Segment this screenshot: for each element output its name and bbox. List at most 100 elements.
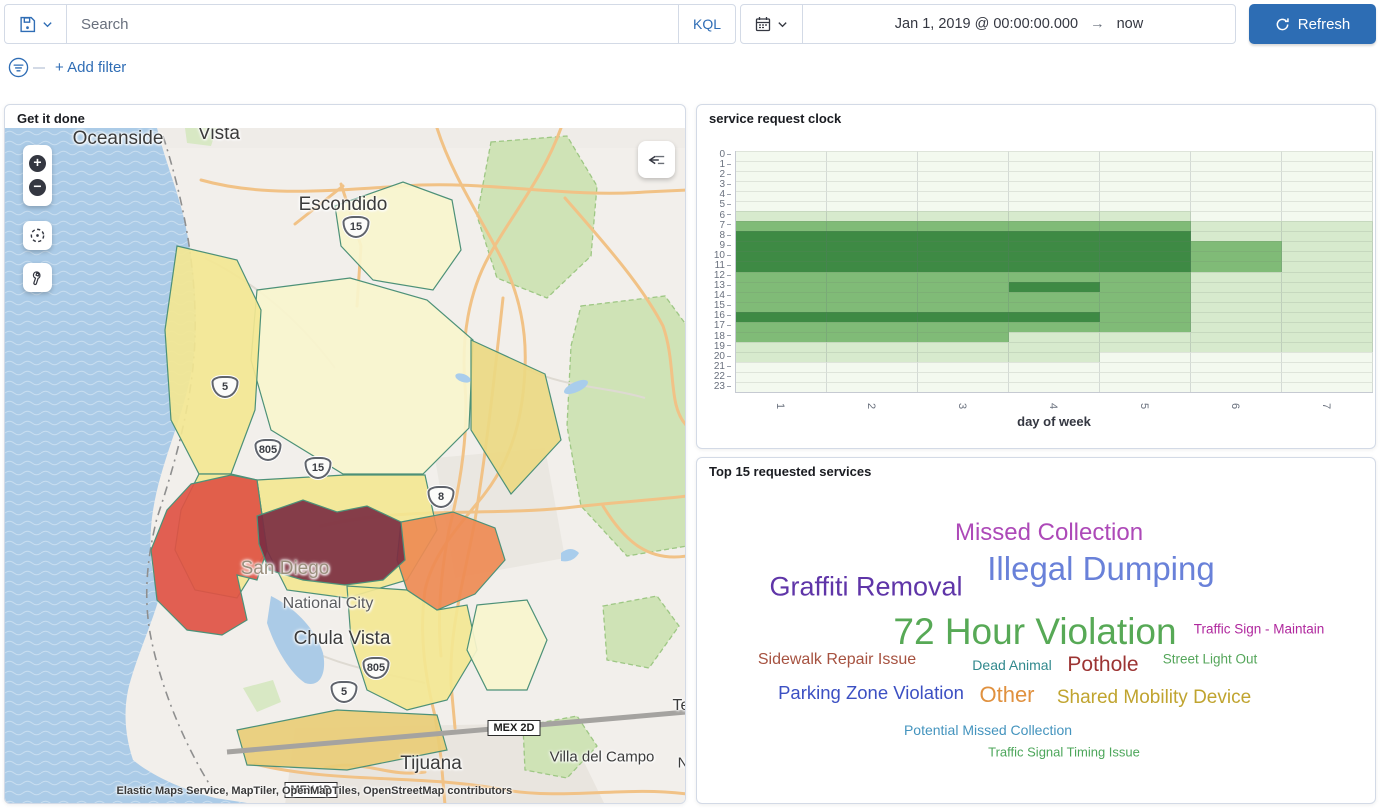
heatmap-cell[interactable] — [918, 191, 1009, 201]
heatmap-cell[interactable] — [827, 191, 918, 201]
fit-to-data-button[interactable] — [23, 221, 52, 250]
heatmap-cell[interactable] — [1009, 342, 1100, 352]
tag-word[interactable]: Pothole — [1067, 653, 1138, 677]
tag-word[interactable]: Street Light Out — [1163, 652, 1258, 667]
heatmap-cell[interactable] — [918, 292, 1009, 302]
heatmap-cell[interactable] — [918, 231, 1009, 241]
heatmap-cell[interactable] — [1100, 171, 1191, 181]
heatmap-cell[interactable] — [1282, 171, 1373, 181]
heatmap-cell[interactable] — [1191, 161, 1282, 171]
tag-word[interactable]: Shared Mobility Device — [1057, 687, 1251, 709]
heatmap-cell[interactable] — [1009, 312, 1100, 322]
heatmap-cell[interactable] — [1100, 352, 1191, 362]
heatmap-cell[interactable] — [736, 292, 827, 302]
heatmap-cell[interactable] — [1191, 272, 1282, 282]
heatmap-cell[interactable] — [918, 211, 1009, 221]
heatmap-cell[interactable] — [1009, 211, 1100, 221]
heatmap-cell[interactable] — [1282, 362, 1373, 372]
date-range-end[interactable]: now — [1117, 16, 1144, 32]
heatmap-cell[interactable] — [918, 251, 1009, 261]
heatmap-cell[interactable] — [827, 312, 918, 322]
heatmap-cell[interactable] — [736, 251, 827, 261]
heatmap-cell[interactable] — [827, 362, 918, 372]
heatmap-cell[interactable] — [1009, 292, 1100, 302]
map-canvas[interactable]: OceansideVistaEscondidoSan DiegoNational… — [5, 128, 686, 804]
heatmap-cell[interactable] — [918, 282, 1009, 292]
heatmap-cell[interactable] — [918, 151, 1009, 161]
heatmap-cell[interactable] — [1282, 151, 1373, 161]
heatmap-cell[interactable] — [1009, 201, 1100, 211]
heatmap-cell[interactable] — [1100, 282, 1191, 292]
heatmap-cell[interactable] — [827, 372, 918, 382]
heatmap-cell[interactable] — [1191, 322, 1282, 332]
heatmap-cell[interactable] — [827, 302, 918, 312]
heatmap-cell[interactable] — [1282, 272, 1373, 282]
heatmap-cell[interactable] — [827, 201, 918, 211]
heatmap-cell[interactable] — [736, 362, 827, 372]
heatmap-cell[interactable] — [736, 191, 827, 201]
heatmap-cell[interactable] — [1009, 221, 1100, 231]
heatmap-cell[interactable] — [1191, 382, 1282, 392]
heatmap-cell[interactable] — [1009, 272, 1100, 282]
heatmap-cell[interactable] — [827, 211, 918, 221]
heatmap-cell[interactable] — [1009, 352, 1100, 362]
heatmap-cell[interactable] — [1100, 312, 1191, 322]
heatmap-cell[interactable] — [1191, 241, 1282, 251]
heatmap-cell[interactable] — [736, 312, 827, 322]
heatmap-cell[interactable] — [736, 161, 827, 171]
heatmap-cell[interactable] — [736, 282, 827, 292]
heatmap-cell[interactable] — [736, 221, 827, 231]
date-range-start[interactable]: Jan 1, 2019 @ 00:00:00.000 — [895, 16, 1078, 32]
heatmap-cell[interactable] — [918, 272, 1009, 282]
tag-word[interactable]: Missed Collection — [955, 519, 1143, 547]
heatmap-cell[interactable] — [918, 362, 1009, 372]
heatmap-cell[interactable] — [1282, 181, 1373, 191]
heatmap-cell[interactable] — [1100, 201, 1191, 211]
heatmap-cell[interactable] — [1009, 181, 1100, 191]
heatmap-cell[interactable] — [1282, 332, 1373, 342]
heatmap-cell[interactable] — [918, 241, 1009, 251]
heatmap-cell[interactable] — [736, 171, 827, 181]
legend-collapse-button[interactable] — [638, 141, 675, 178]
heatmap-cell[interactable] — [1282, 191, 1373, 201]
heatmap-cell[interactable] — [736, 342, 827, 352]
tag-word[interactable]: Illegal Dumping — [987, 550, 1214, 588]
heatmap-cell[interactable] — [1282, 251, 1373, 261]
heatmap-cell[interactable] — [918, 161, 1009, 171]
heatmap-cell[interactable] — [1191, 191, 1282, 201]
heatmap-cell[interactable] — [918, 332, 1009, 342]
search-input[interactable] — [67, 16, 678, 33]
heatmap-cell[interactable] — [1100, 272, 1191, 282]
heatmap-cell[interactable] — [1191, 362, 1282, 372]
heatmap-cell[interactable] — [736, 151, 827, 161]
heatmap-cell[interactable] — [827, 261, 918, 271]
map-tools-button[interactable] — [23, 263, 52, 292]
heatmap-cell[interactable] — [1009, 171, 1100, 181]
heatmap-cell[interactable] — [736, 372, 827, 382]
heatmap-cell[interactable] — [827, 322, 918, 332]
zoom-out-button[interactable]: − — [29, 179, 46, 196]
heatmap-cell[interactable] — [918, 201, 1009, 211]
heatmap-cell[interactable] — [918, 302, 1009, 312]
heatmap-cell[interactable] — [827, 332, 918, 342]
heatmap-cell[interactable] — [918, 342, 1009, 352]
heatmap-cell[interactable] — [1191, 171, 1282, 181]
heatmap-cell[interactable] — [1282, 302, 1373, 312]
saved-query-menu-button[interactable] — [5, 5, 67, 43]
heatmap-cell[interactable] — [1282, 312, 1373, 322]
heatmap-cell[interactable] — [1191, 151, 1282, 161]
heatmap-cell[interactable] — [918, 181, 1009, 191]
zoom-in-button[interactable]: + — [29, 155, 46, 172]
heatmap-cell[interactable] — [736, 302, 827, 312]
heatmap-cell[interactable] — [827, 181, 918, 191]
heatmap-cell[interactable] — [1009, 251, 1100, 261]
heatmap-cell[interactable] — [918, 352, 1009, 362]
heatmap-cell[interactable] — [1282, 382, 1373, 392]
heatmap-cell[interactable] — [1191, 282, 1282, 292]
heatmap-cell[interactable] — [1191, 261, 1282, 271]
heatmap-cell[interactable] — [827, 382, 918, 392]
heatmap-cell[interactable] — [1009, 282, 1100, 292]
heatmap-cell[interactable] — [1009, 322, 1100, 332]
heatmap-cell[interactable] — [1009, 191, 1100, 201]
tag-word[interactable]: Other — [979, 682, 1034, 708]
